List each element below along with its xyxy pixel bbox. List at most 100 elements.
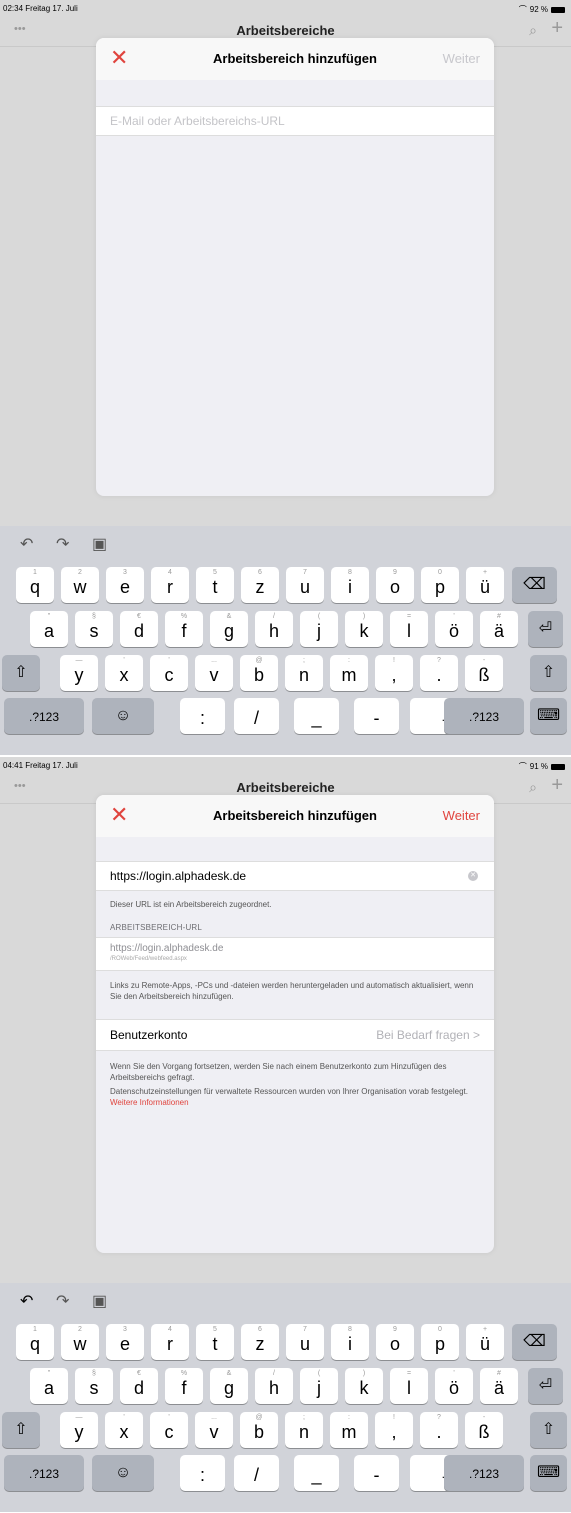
key-colon[interactable]: : <box>180 1455 225 1491</box>
key-ä[interactable]: # ä <box>480 1368 518 1404</box>
key-b[interactable]: @ b <box>240 1412 278 1448</box>
key-v[interactable]: ... v <box>195 655 233 691</box>
add-icon[interactable]: + <box>551 774 563 797</box>
key-ö[interactable]: ' ö <box>435 611 473 647</box>
key-e[interactable]: 3e <box>106 1324 144 1360</box>
key-ß[interactable]: -ß <box>465 1412 503 1448</box>
key-l[interactable]: = l <box>390 611 428 647</box>
key-ü[interactable]: + ü <box>466 567 504 603</box>
key-f[interactable]: % f <box>165 1368 203 1404</box>
key-y[interactable]: — y <box>60 655 98 691</box>
key-z[interactable]: 6z <box>241 1324 279 1360</box>
key-j[interactable]: (j <box>300 611 338 647</box>
return-key[interactable]: ⏎ <box>528 611 563 647</box>
key-l[interactable]: = l <box>390 1368 428 1404</box>
key-m[interactable]: :m <box>330 655 368 691</box>
more-info-link[interactable]: Weitere Informationen <box>110 1098 189 1107</box>
key-p[interactable]: 0p <box>421 567 459 603</box>
key-o[interactable]: 9o <box>376 1324 414 1360</box>
undo-icon[interactable]: ↶ <box>20 534 33 554</box>
key-r[interactable]: 4r <box>151 567 189 603</box>
key-w[interactable]: 2w <box>61 1324 99 1360</box>
next-button[interactable]: Weiter <box>443 51 480 66</box>
emoji-key[interactable]: ☺ <box>92 1455 154 1491</box>
key-,[interactable]: !, <box>375 1412 413 1448</box>
clear-icon[interactable]: ✕ <box>468 871 478 881</box>
emoji-key[interactable]: ☺ <box>92 698 154 734</box>
key-d[interactable]: € d <box>120 611 158 647</box>
redo-icon[interactable]: ↷ <box>56 534 69 554</box>
key-ü[interactable]: + ü <box>466 1324 504 1360</box>
key-h[interactable]: / h <box>255 1368 293 1404</box>
key-d[interactable]: € d <box>120 1368 158 1404</box>
key-colon[interactable]: : <box>180 698 225 734</box>
key-t[interactable]: 5t <box>196 567 234 603</box>
shift-key-left[interactable]: ⇧ <box>2 655 40 691</box>
key-slash[interactable]: / <box>234 1455 279 1491</box>
key-.[interactable]: ?. <box>420 1412 458 1448</box>
key-s[interactable]: § s <box>75 611 113 647</box>
key-i[interactable]: 8i <box>331 1324 369 1360</box>
key-hyphen[interactable]: - <box>354 698 399 734</box>
key-g[interactable]: & g <box>210 611 248 647</box>
undo-icon[interactable]: ↶ <box>20 1291 33 1311</box>
key-z[interactable]: 6z <box>241 567 279 603</box>
key-k[interactable]: ) k <box>345 611 383 647</box>
shift-key-left[interactable]: ⇧ <box>2 1412 40 1448</box>
key-,[interactable]: !, <box>375 655 413 691</box>
search-icon[interactable]: ⌕ <box>529 779 537 796</box>
shift-key-right[interactable]: ⇧ <box>530 655 567 691</box>
numbers-key-right[interactable]: .?123 <box>444 698 524 734</box>
key-g[interactable]: & g <box>210 1368 248 1404</box>
key-v[interactable]: ... v <box>195 1412 233 1448</box>
numbers-key-left[interactable]: .?123 <box>4 1455 84 1491</box>
numbers-key-right[interactable]: .?123 <box>444 1455 524 1491</box>
key-o[interactable]: 9o <box>376 567 414 603</box>
shift-key-right[interactable]: ⇧ <box>530 1412 567 1448</box>
key-w[interactable]: 2w <box>61 567 99 603</box>
email-or-url-field[interactable]: https://login.alphadesk.de ✕ <box>96 861 494 891</box>
key-u[interactable]: 7u <box>286 1324 324 1360</box>
key-h[interactable]: / h <box>255 611 293 647</box>
hide-keyboard-key[interactable]: ⌨ <box>530 698 567 734</box>
key-c[interactable]: ' c <box>150 1412 188 1448</box>
key-m[interactable]: :m <box>330 1412 368 1448</box>
numbers-key-left[interactable]: .?123 <box>4 698 84 734</box>
key-ö[interactable]: ' ö <box>435 1368 473 1404</box>
paste-icon[interactable]: ▣ <box>92 534 107 554</box>
redo-icon[interactable]: ↷ <box>56 1291 69 1311</box>
key-i[interactable]: 8i <box>331 567 369 603</box>
key-n[interactable]: ; n <box>285 1412 323 1448</box>
key-j[interactable]: (j <box>300 1368 338 1404</box>
key-x[interactable]: ' x <box>105 1412 143 1448</box>
key-ß[interactable]: -ß <box>465 655 503 691</box>
key-n[interactable]: ; n <box>285 655 323 691</box>
key-ä[interactable]: # ä <box>480 611 518 647</box>
key-a[interactable]: " a <box>30 1368 68 1404</box>
key-c[interactable]: ' c <box>150 655 188 691</box>
key-r[interactable]: 4r <box>151 1324 189 1360</box>
backspace-key[interactable]: ⌫ <box>512 1324 557 1360</box>
key-s[interactable]: § s <box>75 1368 113 1404</box>
key-t[interactable]: 5t <box>196 1324 234 1360</box>
key-x[interactable]: ' x <box>105 655 143 691</box>
backspace-key[interactable]: ⌫ <box>512 567 557 603</box>
key-q[interactable]: 1q <box>16 1324 54 1360</box>
next-button[interactable]: Weiter <box>443 808 480 823</box>
key-b[interactable]: @ b <box>240 655 278 691</box>
key-e[interactable]: 3e <box>106 567 144 603</box>
key-q[interactable]: 1q <box>16 567 54 603</box>
key-hyphen[interactable]: - <box>354 1455 399 1491</box>
paste-icon[interactable]: ▣ <box>92 1291 107 1311</box>
account-row[interactable]: Benutzerkonto Bei Bedarf fragen > <box>96 1019 494 1051</box>
return-key[interactable]: ⏎ <box>528 1368 563 1404</box>
key-y[interactable]: — y <box>60 1412 98 1448</box>
key-underscore[interactable]: _ <box>294 1455 339 1491</box>
key-slash[interactable]: / <box>234 698 279 734</box>
key-a[interactable]: " a <box>30 611 68 647</box>
key-k[interactable]: ) k <box>345 1368 383 1404</box>
search-icon[interactable]: ⌕ <box>529 22 537 39</box>
key-u[interactable]: 7u <box>286 567 324 603</box>
key-f[interactable]: % f <box>165 611 203 647</box>
add-icon[interactable]: + <box>551 17 563 40</box>
